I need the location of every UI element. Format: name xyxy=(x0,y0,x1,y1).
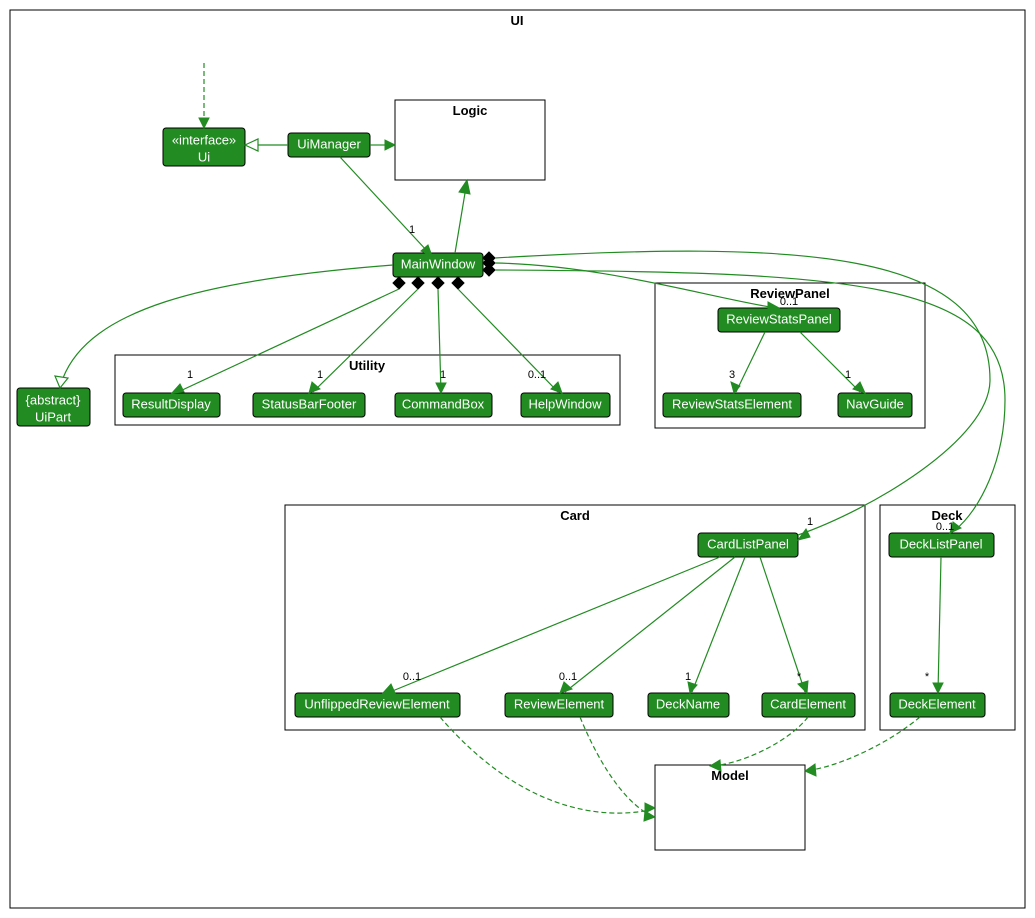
mult-uimanager-mainwindow: 1 xyxy=(409,224,415,236)
class-cardelement-label: CardElement xyxy=(770,696,846,711)
mult-unflipped: 0..1 xyxy=(403,671,421,683)
package-model-label: Model xyxy=(711,768,749,783)
edge-cardlistpanel-reviewelement xyxy=(565,557,735,692)
edge-unflipped-model xyxy=(440,717,650,813)
edge-cardlistpanel-unflipped xyxy=(390,557,720,692)
class-decklistpanel-label: DeckListPanel xyxy=(899,536,982,551)
class-interface-ui-line1: «interface» xyxy=(172,132,236,147)
mult-cardelement: * xyxy=(797,671,802,683)
edge-uimanager-mainwindow xyxy=(340,157,428,252)
edge-mainwindow-reviewstatspanel xyxy=(495,263,770,307)
class-commandbox-label: CommandBox xyxy=(402,396,485,411)
class-deckname-label: DeckName xyxy=(656,696,720,711)
class-statusbarfooter-label: StatusBarFooter xyxy=(262,396,357,411)
arrow-commandbox xyxy=(436,383,446,393)
mult-decklistpanel: 0..1 xyxy=(936,521,954,533)
mult-helpwindow: 0..1 xyxy=(528,369,546,381)
mult-reviewstatspanel: 0..1 xyxy=(780,296,798,308)
edge-decklistpanel-deckelement xyxy=(938,557,941,692)
arrow-navguide xyxy=(853,382,865,393)
class-uipart-line2: UiPart xyxy=(35,409,72,424)
package-ui-label: UI xyxy=(511,13,524,28)
diamond-commandbox xyxy=(432,277,444,289)
diamond-helpwindow xyxy=(452,277,464,289)
mult-navguide: 1 xyxy=(845,369,851,381)
edge-reviewelement-model xyxy=(580,717,650,815)
mult-deckelement: * xyxy=(925,671,930,683)
mult-commandbox: 1 xyxy=(440,369,446,381)
package-utility-label: Utility xyxy=(349,358,386,373)
class-reviewstatselement-label: ReviewStatsElement xyxy=(672,396,792,411)
arrow-helpwindow xyxy=(551,382,562,393)
arrow-dep-ui-in xyxy=(199,118,209,128)
class-navguide-label: NavGuide xyxy=(846,396,904,411)
mult-reviewstatselement: 3 xyxy=(729,369,735,381)
class-uimanager-label: UiManager xyxy=(297,136,361,151)
diamond-decklistpanel xyxy=(483,264,495,276)
mult-deckname: 1 xyxy=(685,671,691,683)
arrow-uimanager-implements-ui xyxy=(245,139,258,151)
mult-reviewelement: 0..1 xyxy=(559,671,577,683)
edge-cardlistpanel-deckname xyxy=(692,557,745,692)
edge-reviewstatspanel-navguide xyxy=(800,332,860,392)
arrow-reviewelement xyxy=(560,682,572,693)
arrow-uimanager-logic xyxy=(385,140,395,150)
package-logic-label: Logic xyxy=(453,103,488,118)
class-deckelement-label: DeckElement xyxy=(898,696,976,711)
class-helpwindow-label: HelpWindow xyxy=(529,396,603,411)
class-mainwindow-label: MainWindow xyxy=(401,256,476,271)
edge-reviewstatspanel-reviewstatselement xyxy=(736,332,765,392)
class-interface-ui-line2: Ui xyxy=(198,149,210,164)
arrow-unflipped xyxy=(383,684,395,693)
class-reviewelement-label: ReviewElement xyxy=(514,696,605,711)
arrow-deckelement xyxy=(933,683,943,693)
arrow-deckelement-model xyxy=(805,764,816,776)
mult-resultdisplay: 1 xyxy=(187,369,193,381)
class-uipart-line1: {abstract} xyxy=(26,392,82,407)
class-unflippedreviewelement-label: UnflippedReviewElement xyxy=(304,696,450,711)
arrow-reviewstatselement xyxy=(731,382,740,393)
diamond-resultdisplay xyxy=(393,277,405,289)
arrow-mainwindow-extends-uipart xyxy=(55,376,68,388)
edge-mainwindow-extends-uipart xyxy=(63,265,393,378)
arrow-statusbarfooter xyxy=(309,382,320,393)
edge-cardelement-model xyxy=(720,717,808,765)
edge-mainwindow-logic xyxy=(455,193,465,253)
package-ui xyxy=(10,10,1025,908)
diamond-statusbarfooter xyxy=(412,277,424,289)
arrow-reviewelement-model xyxy=(644,811,655,821)
class-cardlistpanel-label: CardListPanel xyxy=(707,536,789,551)
package-card-label: Card xyxy=(560,508,590,523)
arrow-mainwindow-logic xyxy=(459,180,470,194)
mult-statusbarfooter: 1 xyxy=(317,369,323,381)
arrow-resultdisplay xyxy=(172,384,184,393)
class-reviewstatspanel-label: ReviewStatsPanel xyxy=(726,311,832,326)
class-resultdisplay-label: ResultDisplay xyxy=(131,396,211,411)
mult-cardlistpanel: 1 xyxy=(807,516,813,528)
